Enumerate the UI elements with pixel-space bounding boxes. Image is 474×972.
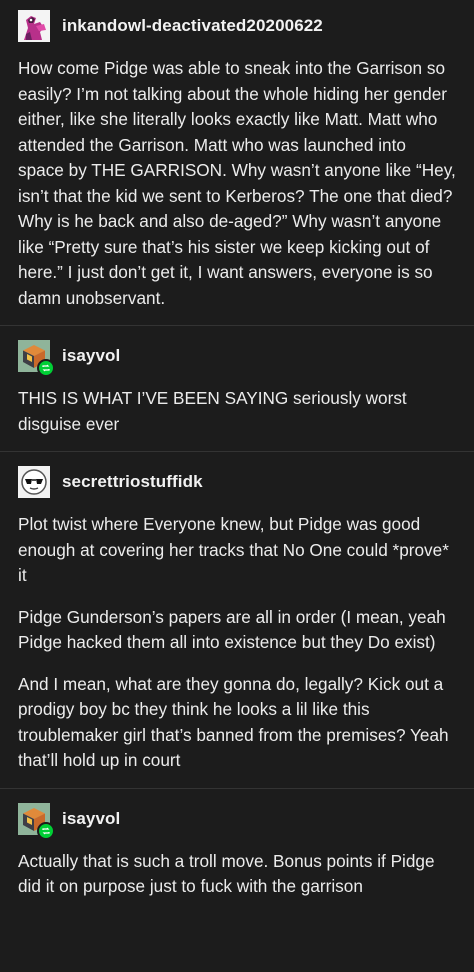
post-text: THIS IS WHAT I’VE BEEN SAYING seriously … (18, 388, 407, 434)
post-username[interactable]: isayvol (62, 809, 120, 829)
post-text: Actually that is such a troll move. Bonu… (18, 850, 435, 897)
post-header: inkandowl-deactivated20200622 (18, 10, 456, 42)
post-2: isayvol THIS IS WHAT I’VE BEEN SAYING se… (0, 326, 474, 452)
post-text: How come Pidge was able to sneak into th… (18, 58, 456, 308)
post-text: Plot twist where Everyone knew, but Pidg… (18, 514, 449, 585)
sunglasses-face-avatar-icon[interactable] (18, 466, 50, 498)
isometric-cube-avatar-icon[interactable] (18, 802, 55, 840)
post-username[interactable]: inkandowl-deactivated20200622 (62, 16, 323, 36)
post-header: secrettriostuffidk (18, 466, 456, 498)
post-4: isayvol Actually that is such a troll mo… (0, 789, 474, 914)
post-3: secrettriostuffidk Plot twist where Ever… (0, 452, 474, 789)
pink-character-avatar-icon[interactable] (18, 10, 50, 42)
reblog-icon (37, 821, 55, 840)
post-text: And I mean, what are they gonna do, lega… (18, 673, 449, 771)
post-header: isayvol (18, 340, 456, 377)
reblog-icon (37, 359, 55, 377)
tumblr-thread: inkandowl-deactivated20200622 How come P… (0, 0, 474, 914)
post-1: inkandowl-deactivated20200622 How come P… (0, 0, 474, 326)
post-header: isayvol (18, 802, 456, 840)
post-text: Pidge Gunderson’s papers are all in orde… (18, 606, 446, 653)
post-username[interactable]: isayvol (62, 346, 120, 366)
isometric-cube-avatar-icon[interactable] (18, 340, 55, 377)
post-username[interactable]: secrettriostuffidk (62, 472, 203, 492)
